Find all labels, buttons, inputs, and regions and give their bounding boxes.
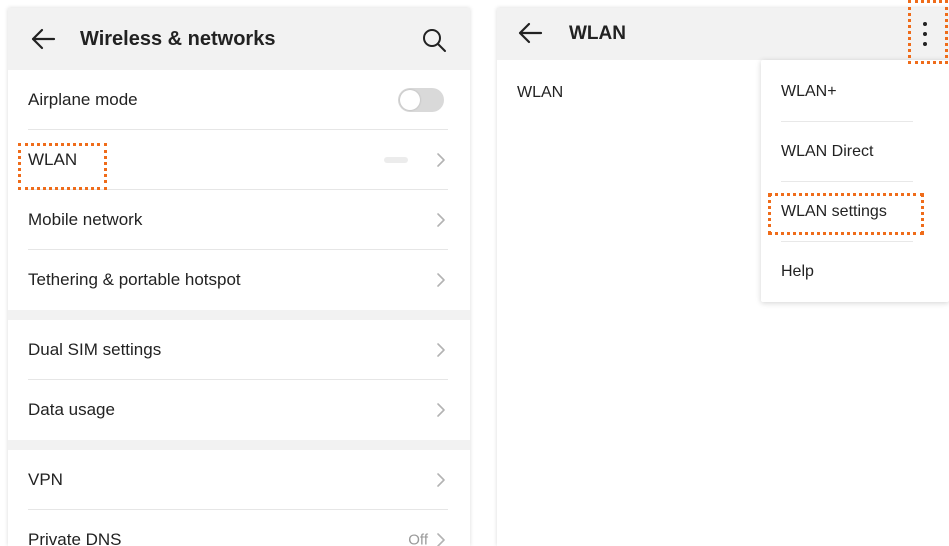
wlan-settings-highlight-marker <box>768 193 924 235</box>
wlan-switch-label: WLAN <box>517 84 564 101</box>
blurred-value <box>384 157 408 163</box>
settings-group-sim-data: Dual SIM settings Data usage <box>8 320 470 440</box>
row-label: Tethering & portable hotspot <box>28 270 241 289</box>
menu-item-label: WLAN Direct <box>781 143 874 160</box>
private-dns-value: Off <box>408 531 428 546</box>
row-label: Mobile network <box>28 210 143 229</box>
chevron-right-icon <box>437 533 445 546</box>
menu-item-wlan-plus[interactable]: WLAN+ <box>761 62 949 122</box>
mobile-network-row[interactable]: Mobile network <box>8 190 470 250</box>
tethering-hotspot-row[interactable]: Tethering & portable hotspot <box>8 250 470 310</box>
airplane-mode-toggle[interactable] <box>398 88 444 112</box>
settings-group-connectivity: Airplane mode WLAN Mobile network Tether… <box>8 70 470 310</box>
dual-sim-settings-row[interactable]: Dual SIM settings <box>8 320 470 380</box>
back-arrow-icon[interactable] <box>517 21 543 45</box>
chevron-right-icon <box>437 213 445 227</box>
menu-item-label: Help <box>781 263 814 280</box>
private-dns-row[interactable]: Private DNS Off <box>8 510 470 546</box>
app-bar: WLAN <box>497 8 949 60</box>
chevron-right-icon <box>437 153 445 167</box>
row-label: Dual SIM settings <box>28 340 162 359</box>
toggle-knob <box>400 90 420 110</box>
row-label: Airplane mode <box>28 90 138 109</box>
wlan-screen: WLAN WLAN WLAN+ WLAN Direct WLAN setting… <box>497 8 949 546</box>
page-title: WLAN <box>569 23 626 44</box>
page-title: Wireless & networks <box>80 28 276 50</box>
search-icon[interactable] <box>421 27 447 53</box>
menu-item-label: WLAN+ <box>781 83 837 100</box>
menu-item-help[interactable]: Help <box>761 242 949 302</box>
data-usage-row[interactable]: Data usage <box>8 380 470 440</box>
chevron-right-icon <box>437 343 445 357</box>
more-menu-highlight-marker <box>908 0 948 64</box>
back-arrow-icon[interactable] <box>30 27 56 51</box>
chevron-right-icon <box>437 403 445 417</box>
chevron-right-icon <box>437 273 445 287</box>
row-label: Data usage <box>28 400 115 419</box>
airplane-mode-row[interactable]: Airplane mode <box>8 70 470 130</box>
chevron-right-icon <box>437 473 445 487</box>
overflow-menu: WLAN+ WLAN Direct WLAN settings Help <box>761 60 949 302</box>
menu-item-wlan-direct[interactable]: WLAN Direct <box>761 122 949 182</box>
wlan-highlight-marker <box>18 143 107 190</box>
wireless-networks-screen: Wireless & networks Airplane mode WLAN M… <box>8 8 470 546</box>
row-label: Private DNS <box>28 530 122 546</box>
settings-group-privacy: VPN Private DNS Off <box>8 450 470 546</box>
row-label: VPN <box>28 470 63 489</box>
vpn-row[interactable]: VPN <box>8 450 470 510</box>
app-bar: Wireless & networks <box>8 8 470 70</box>
